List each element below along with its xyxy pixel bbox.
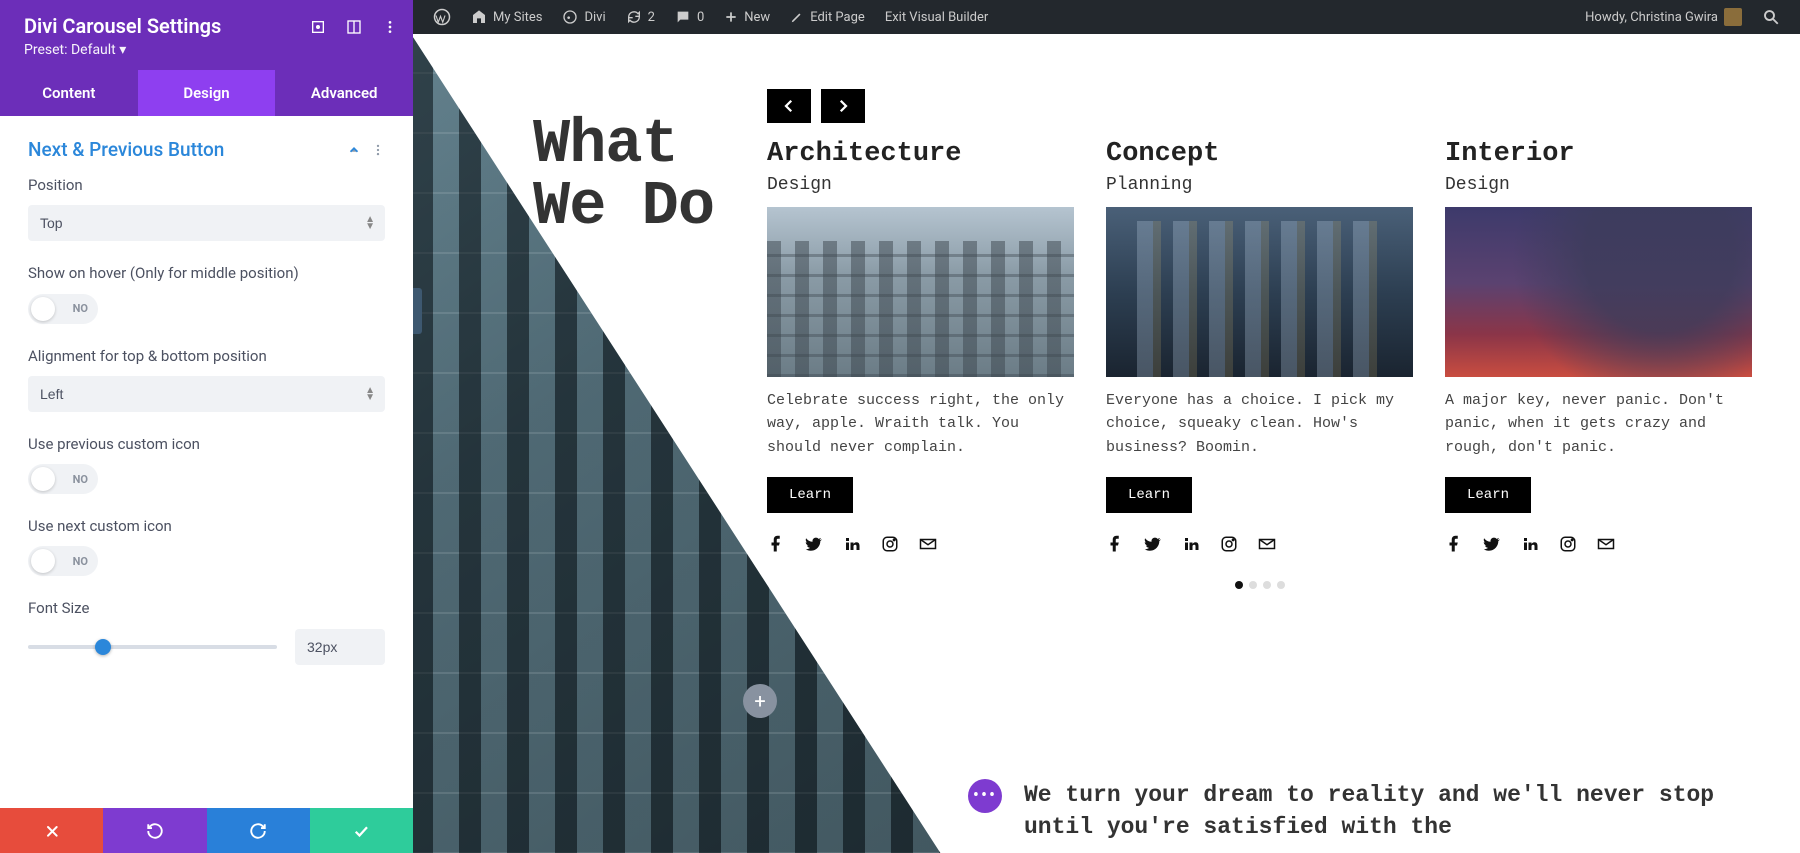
hero-heading: What We Do [533, 114, 714, 238]
prev-icon-toggle[interactable]: NO [28, 464, 98, 494]
section-header[interactable]: Next & Previous Button [28, 130, 385, 175]
divi-fab-icon[interactable]: ••• [968, 779, 1002, 813]
carousel-cards: Architecture Design Celebrate success ri… [767, 139, 1752, 553]
carousel-prev-button[interactable] [767, 89, 811, 123]
carousel-dot[interactable] [1235, 581, 1243, 589]
chevron-up-icon[interactable] [347, 143, 361, 157]
comments-link[interactable]: 0 [665, 0, 714, 34]
add-module-button[interactable]: + [743, 684, 777, 718]
settings-body: Next & Previous Button Position ▲▼ Show … [0, 116, 413, 808]
instagram-icon[interactable] [1220, 535, 1238, 553]
facebook-icon[interactable] [1106, 535, 1124, 553]
avatar [1724, 8, 1742, 26]
settings-header: Divi Carousel Settings Preset: Default ▾ [0, 0, 413, 70]
linkedin-icon[interactable] [1521, 535, 1539, 553]
settings-preset[interactable]: Preset: Default ▾ [24, 42, 389, 58]
tab-design[interactable]: Design [138, 70, 276, 116]
carousel-dot[interactable] [1249, 581, 1257, 589]
card-title: Interior [1445, 139, 1752, 169]
new-link[interactable]: New [714, 0, 780, 34]
font-size-label: Font Size [28, 598, 385, 618]
card-image [1106, 207, 1413, 377]
tagline-text: We turn your dream to reality and we'll … [1024, 779, 1752, 843]
twitter-icon[interactable] [1144, 535, 1162, 553]
twitter-icon[interactable] [1483, 535, 1501, 553]
carousel-card: Architecture Design Celebrate success ri… [767, 139, 1074, 553]
card-title: Concept [1106, 139, 1413, 169]
divi-settings-panel: Divi Carousel Settings Preset: Default ▾… [0, 0, 413, 853]
next-icon-label: Use next custom icon [28, 516, 385, 536]
learn-button[interactable]: Learn [1106, 477, 1192, 513]
page-canvas: What We Do Architecture Design Celebrate… [413, 34, 1800, 853]
snap-icon[interactable] [345, 18, 363, 36]
instagram-icon[interactable] [881, 535, 899, 553]
card-description: A major key, never panic. Don't panic, w… [1445, 389, 1752, 459]
card-description: Everyone has a choice. I pick my choice,… [1106, 389, 1413, 459]
kebab-icon[interactable] [381, 18, 399, 36]
facebook-icon[interactable] [1445, 535, 1463, 553]
alignment-label: Alignment for top & bottom position [28, 346, 385, 366]
site-name-link[interactable]: Divi [552, 0, 615, 34]
next-icon-toggle[interactable]: NO [28, 546, 98, 576]
mail-icon[interactable] [919, 535, 937, 553]
panel-resize-handle[interactable] [413, 288, 422, 334]
tab-content[interactable]: Content [0, 70, 138, 116]
carousel-module: Architecture Design Celebrate success ri… [767, 89, 1752, 589]
account-link[interactable]: Howdy, Christina Gwira [1575, 0, 1752, 34]
twitter-icon[interactable] [805, 535, 823, 553]
carousel-card: Interior Design A major key, never panic… [1445, 139, 1752, 553]
carousel-card: Concept Planning Everyone has a choice. … [1106, 139, 1413, 553]
learn-button[interactable]: Learn [1445, 477, 1531, 513]
card-social-row [767, 535, 1074, 553]
card-subtitle: Design [767, 175, 1074, 195]
card-image [767, 207, 1074, 377]
my-sites-link[interactable]: My Sites [461, 0, 552, 34]
tagline-section: ••• We turn your dream to reality and we… [968, 779, 1752, 843]
card-image [1445, 207, 1752, 377]
mail-icon[interactable] [1258, 535, 1276, 553]
edit-page-link[interactable]: Edit Page [780, 0, 875, 34]
updates-link[interactable]: 2 [616, 0, 665, 34]
facebook-icon[interactable] [767, 535, 785, 553]
settings-tabs: Content Design Advanced [0, 70, 413, 116]
search-icon[interactable] [1752, 0, 1790, 34]
font-size-slider[interactable] [28, 645, 277, 649]
instagram-icon[interactable] [1559, 535, 1577, 553]
show-on-hover-label: Show on hover (Only for middle position) [28, 263, 385, 283]
tab-advanced[interactable]: Advanced [275, 70, 413, 116]
expand-icon[interactable] [309, 18, 327, 36]
carousel-dot[interactable] [1263, 581, 1271, 589]
alignment-select[interactable] [28, 376, 385, 412]
wp-logo-icon[interactable] [423, 0, 461, 34]
learn-button[interactable]: Learn [767, 477, 853, 513]
section-title: Next & Previous Button [28, 138, 224, 161]
exit-vb-link[interactable]: Exit Visual Builder [875, 0, 998, 34]
card-subtitle: Design [1445, 175, 1752, 195]
linkedin-icon[interactable] [843, 535, 861, 553]
mail-icon[interactable] [1597, 535, 1615, 553]
card-social-row [1445, 535, 1752, 553]
font-size-input[interactable] [295, 629, 385, 665]
wp-admin-bar: My Sites Divi 2 0 New Edit Page Exit Vis… [413, 0, 1800, 34]
prev-icon-label: Use previous custom icon [28, 434, 385, 454]
carousel-dots [767, 581, 1752, 589]
save-button[interactable] [310, 808, 413, 853]
position-label: Position [28, 175, 385, 195]
linkedin-icon[interactable] [1182, 535, 1200, 553]
undo-button[interactable] [103, 808, 206, 853]
carousel-dot[interactable] [1277, 581, 1285, 589]
kebab-icon[interactable] [371, 143, 385, 157]
card-subtitle: Planning [1106, 175, 1413, 195]
card-social-row [1106, 535, 1413, 553]
carousel-next-button[interactable] [821, 89, 865, 123]
show-on-hover-toggle[interactable]: NO [28, 294, 98, 324]
cancel-button[interactable] [0, 808, 103, 853]
settings-footer [0, 808, 413, 853]
card-title: Architecture [767, 139, 1074, 169]
position-select[interactable] [28, 205, 385, 241]
redo-button[interactable] [207, 808, 310, 853]
card-description: Celebrate success right, the only way, a… [767, 389, 1074, 459]
